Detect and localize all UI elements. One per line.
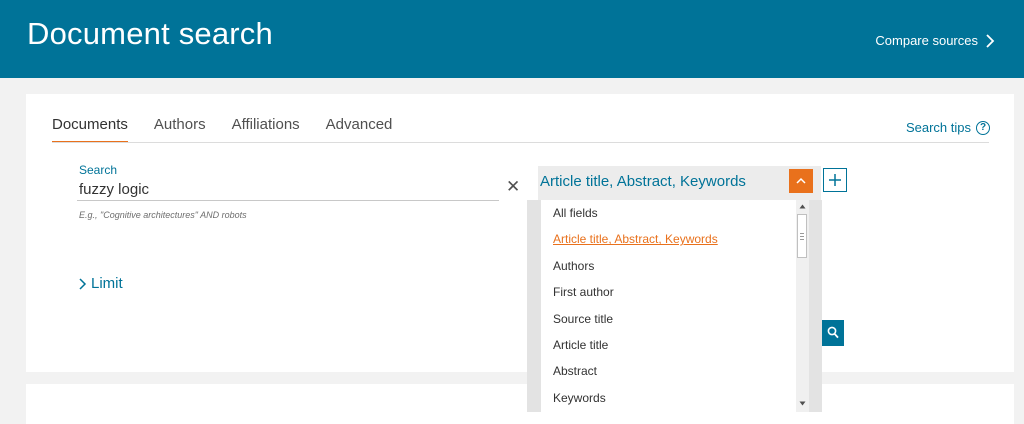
search-input[interactable] bbox=[77, 178, 499, 201]
results-card bbox=[26, 384, 1014, 424]
option-keywords[interactable]: Keywords bbox=[541, 385, 796, 411]
selected-field-value: Article title, Abstract, Keywords bbox=[540, 173, 746, 190]
option-first-author[interactable]: First author bbox=[541, 279, 796, 305]
search-field-label: Search bbox=[79, 163, 118, 177]
tab-authors[interactable]: Authors bbox=[154, 116, 206, 143]
dropdown-scrollbar[interactable] bbox=[796, 200, 809, 412]
question-circle-icon: ? bbox=[976, 120, 990, 135]
search-icon bbox=[827, 326, 839, 339]
chevron-up-icon[interactable] bbox=[789, 169, 813, 193]
search-field-dropdown: All fields Article title, Abstract, Keyw… bbox=[527, 200, 822, 412]
option-all-fields[interactable]: All fields bbox=[541, 200, 796, 226]
dropdown-options: All fields Article title, Abstract, Keyw… bbox=[541, 200, 796, 412]
chevron-right-icon bbox=[79, 277, 87, 290]
limit-toggle[interactable]: Limit bbox=[78, 275, 123, 292]
clear-icon[interactable]: ✕ bbox=[506, 177, 520, 197]
add-search-field-button[interactable] bbox=[823, 168, 847, 192]
plus-icon bbox=[829, 174, 841, 186]
compare-sources-link[interactable]: Compare sources bbox=[875, 33, 996, 48]
search-tips-label: Search tips bbox=[905, 120, 971, 135]
option-article-title[interactable]: Article title bbox=[541, 332, 796, 358]
option-abstract[interactable]: Abstract bbox=[541, 358, 796, 384]
search-example-hint: E.g., "Cognitive architectures" AND robo… bbox=[79, 210, 247, 220]
search-card: Documents Authors Affiliations Advanced … bbox=[26, 94, 1014, 372]
scroll-down-arrow-icon[interactable] bbox=[799, 401, 806, 406]
option-authors[interactable]: Authors bbox=[541, 253, 796, 279]
search-field-select[interactable]: Article title, Abstract, Keywords bbox=[538, 166, 821, 202]
page-header: Document search Compare sources bbox=[0, 0, 1024, 78]
search-tips-link[interactable]: Search tips ? bbox=[906, 120, 990, 135]
search-tabs: Documents Authors Affiliations Advanced bbox=[52, 116, 418, 143]
search-button[interactable] bbox=[822, 320, 844, 346]
scroll-up-arrow-icon[interactable] bbox=[799, 204, 806, 209]
limit-label: Limit bbox=[91, 275, 123, 292]
tab-advanced[interactable]: Advanced bbox=[326, 116, 393, 143]
tab-affiliations[interactable]: Affiliations bbox=[232, 116, 300, 143]
compare-sources-label: Compare sources bbox=[875, 33, 978, 48]
tab-documents[interactable]: Documents bbox=[52, 116, 128, 143]
option-article-title-abstract-keywords[interactable]: Article title, Abstract, Keywords bbox=[541, 226, 796, 252]
tabs-divider bbox=[52, 142, 989, 143]
page-title: Document search bbox=[27, 16, 273, 51]
chevron-right-icon bbox=[986, 33, 995, 48]
option-source-title[interactable]: Source title bbox=[541, 306, 796, 332]
scrollbar-thumb[interactable] bbox=[797, 214, 807, 258]
